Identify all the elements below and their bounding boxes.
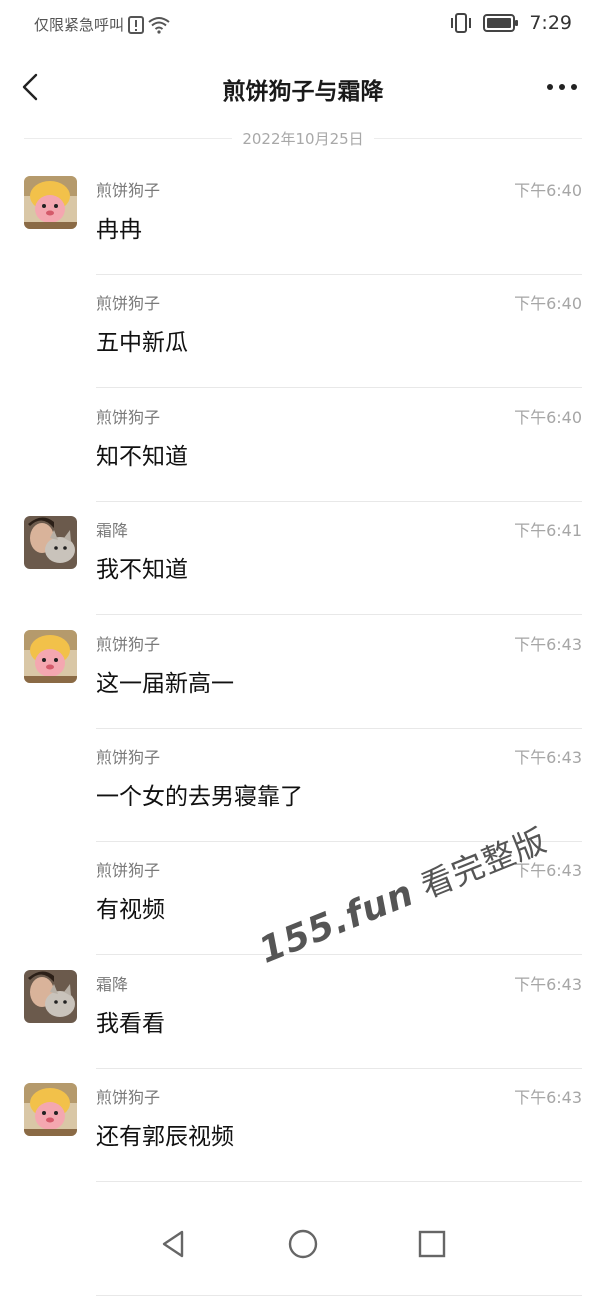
status-right: 7:29 xyxy=(449,12,572,34)
page-title: 煎饼狗子与霜降 xyxy=(222,79,384,105)
sender-name: 煎饼狗子 xyxy=(96,861,161,881)
message-divider xyxy=(96,1067,582,1069)
doll-avatar[interactable] xyxy=(24,629,77,683)
alert-sim-icon xyxy=(128,15,145,34)
sender-name: 煎饼狗子 xyxy=(96,294,161,314)
message-divider xyxy=(96,614,582,616)
nav-home-circle-icon xyxy=(288,1229,318,1259)
more-button[interactable] xyxy=(542,72,582,102)
message-divider xyxy=(96,954,582,956)
message-row[interactable]: 霜降 下午6:43 我看看 xyxy=(0,964,606,1077)
message-text: 我不知道 xyxy=(96,557,188,584)
status-bar: 仅限紧急呼叫 7:29 xyxy=(0,0,606,52)
list-clip xyxy=(0,1190,606,1208)
message-time: 下午6:40 xyxy=(514,181,582,200)
date-separator: 2022年10月25日 xyxy=(24,128,582,149)
message-time: 下午6:40 xyxy=(514,294,582,314)
message-divider xyxy=(96,274,582,275)
battery-icon xyxy=(483,14,519,32)
sender-name: 煎饼狗子 xyxy=(96,634,161,654)
message-text: 我看看 xyxy=(96,1010,165,1037)
sender-name: 煎饼狗子 xyxy=(96,748,161,767)
message-text: 还有郭辰视频 xyxy=(96,1124,234,1151)
sender-name: 霜降 xyxy=(96,521,129,541)
message-divider xyxy=(96,1294,582,1296)
message-time: 下午6:43 xyxy=(514,974,582,994)
cat-avatar[interactable] xyxy=(24,516,77,570)
message-text: 知不知道 xyxy=(96,443,188,470)
nav-recent-square-icon xyxy=(418,1230,446,1258)
message-text: 有视频 xyxy=(96,897,165,924)
system-nav-bar xyxy=(0,1208,606,1280)
message-divider xyxy=(96,727,582,729)
message-row[interactable]: 煎饼狗子 下午6:40 知不知道 xyxy=(0,397,606,510)
message-divider xyxy=(96,387,582,389)
carrier-text: 仅限紧急呼叫 xyxy=(34,16,125,34)
sender-name: 煎饼狗子 xyxy=(96,1088,161,1108)
message-text: 这一届新高一 xyxy=(96,670,234,697)
message-time: 下午6:40 xyxy=(514,407,582,427)
message-time: 下午6:43 xyxy=(514,748,582,767)
nav-recent-button[interactable] xyxy=(412,1224,452,1264)
message-text: 一个女的去男寝靠了 xyxy=(96,784,303,810)
message-time: 下午6:41 xyxy=(514,521,582,541)
message-text: 冉冉 xyxy=(96,217,142,243)
sender-name: 煎饼狗子 xyxy=(96,181,161,200)
message-row[interactable]: 煎饼狗子 下午6:40 冉冉 xyxy=(0,170,606,283)
message-divider xyxy=(96,500,582,502)
nav-home-button[interactable] xyxy=(283,1224,323,1264)
wifi-icon xyxy=(148,16,170,34)
message-divider xyxy=(96,1181,582,1183)
message-time: 下午6:43 xyxy=(514,634,582,654)
more-dots-icon xyxy=(547,84,577,90)
sender-name: 煎饼狗子 xyxy=(96,407,161,427)
message-row[interactable]: 煎饼狗子 下午6:43 这一届新高一 xyxy=(0,624,606,737)
doll-avatar[interactable] xyxy=(24,176,77,229)
clock: 7:29 xyxy=(529,12,572,34)
chat-header: 煎饼狗子与霜降 xyxy=(0,58,606,118)
nav-back-button[interactable] xyxy=(154,1224,194,1264)
sender-name: 霜降 xyxy=(96,974,129,994)
message-row[interactable]: 煎饼狗子 下午6:40 五中新瓜 xyxy=(0,283,606,396)
message-text: 五中新瓜 xyxy=(96,330,188,357)
message-row[interactable]: 霜降 下午6:41 我不知道 xyxy=(0,510,606,623)
status-left: 仅限紧急呼叫 xyxy=(34,14,170,35)
date-label: 2022年10月25日 xyxy=(232,130,374,148)
vibrate-icon xyxy=(451,13,472,33)
cat-avatar[interactable] xyxy=(24,969,77,1023)
nav-back-triangle-icon xyxy=(162,1230,184,1258)
message-row[interactable]: 煎饼狗子 下午6:43 还有郭辰视频 xyxy=(0,1077,606,1190)
doll-avatar[interactable] xyxy=(24,1083,77,1137)
message-time: 下午6:43 xyxy=(514,1088,582,1108)
